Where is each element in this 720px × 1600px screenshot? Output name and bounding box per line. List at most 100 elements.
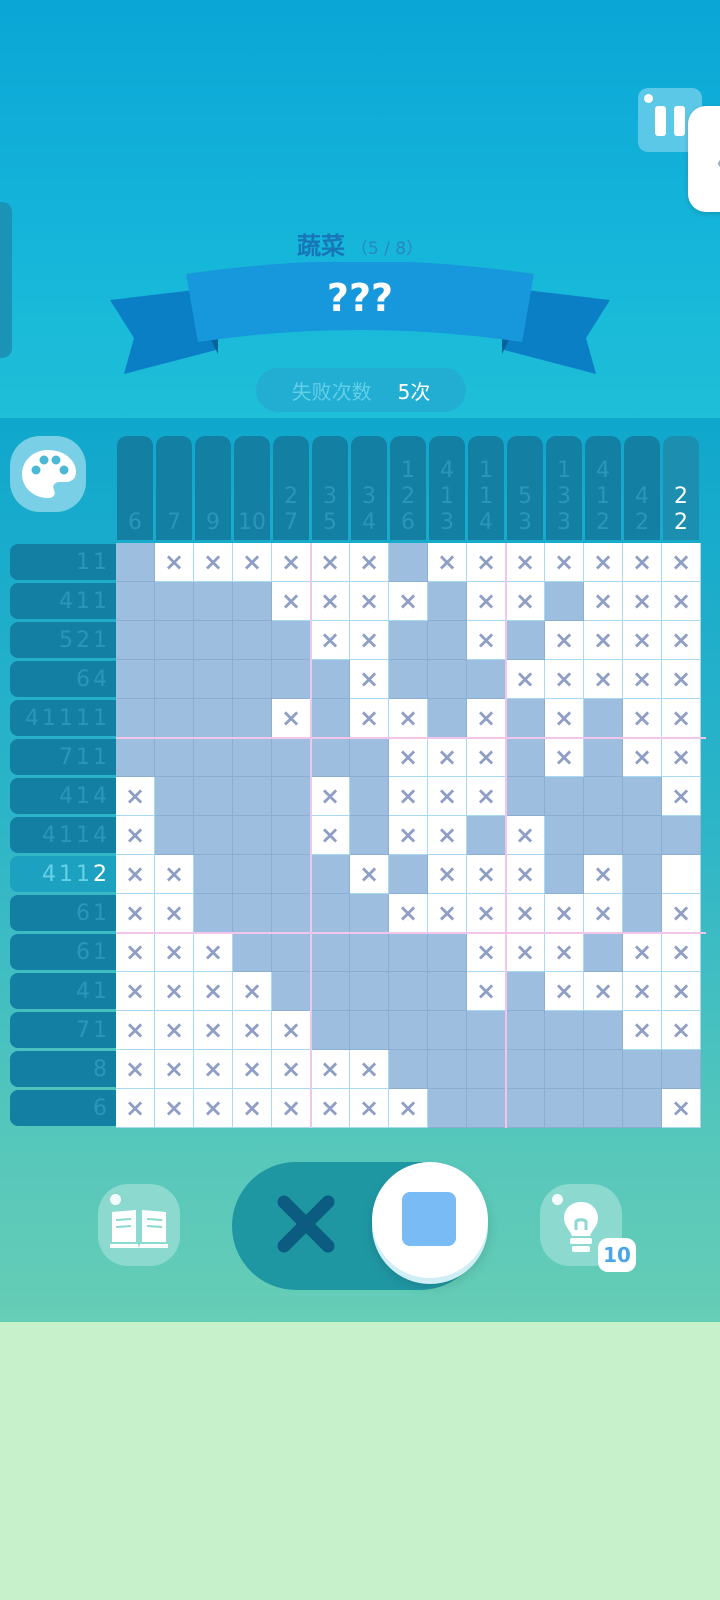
crossed-cell[interactable] [272, 699, 311, 738]
crossed-cell[interactable] [467, 855, 506, 894]
crossed-cell[interactable] [506, 894, 545, 933]
crossed-cell[interactable] [428, 894, 467, 933]
filled-cell[interactable] [662, 816, 701, 855]
crossed-cell[interactable] [623, 543, 662, 582]
crossed-cell[interactable] [272, 582, 311, 621]
crossed-cell[interactable] [467, 738, 506, 777]
filled-cell[interactable] [311, 699, 350, 738]
crossed-cell[interactable] [428, 738, 467, 777]
filled-cell[interactable] [272, 660, 311, 699]
crossed-cell[interactable] [428, 816, 467, 855]
filled-cell[interactable] [506, 1089, 545, 1128]
filled-cell[interactable] [428, 660, 467, 699]
crossed-cell[interactable] [272, 543, 311, 582]
crossed-cell[interactable] [623, 738, 662, 777]
crossed-cell[interactable] [311, 543, 350, 582]
crossed-cell[interactable] [311, 1050, 350, 1089]
crossed-cell[interactable] [623, 1011, 662, 1050]
filled-cell[interactable] [350, 777, 389, 816]
crossed-cell[interactable] [350, 855, 389, 894]
filled-cell[interactable] [311, 894, 350, 933]
crossed-cell[interactable] [311, 777, 350, 816]
filled-cell[interactable] [584, 816, 623, 855]
crossed-cell[interactable] [662, 1089, 701, 1128]
crossed-cell[interactable] [545, 933, 584, 972]
filled-cell[interactable] [194, 699, 233, 738]
crossed-cell[interactable] [155, 1089, 194, 1128]
filled-cell[interactable] [389, 972, 428, 1011]
crossed-cell[interactable] [662, 777, 701, 816]
filled-cell[interactable] [116, 621, 155, 660]
filled-cell[interactable] [545, 1050, 584, 1089]
filled-cell[interactable] [506, 621, 545, 660]
crossed-cell[interactable] [194, 543, 233, 582]
filled-cell[interactable] [428, 972, 467, 1011]
crossed-cell[interactable] [116, 1089, 155, 1128]
filled-cell[interactable] [155, 738, 194, 777]
crossed-cell[interactable] [116, 855, 155, 894]
filled-cell[interactable] [545, 855, 584, 894]
crossed-cell[interactable] [155, 933, 194, 972]
crossed-cell[interactable] [545, 894, 584, 933]
crossed-cell[interactable] [623, 972, 662, 1011]
filled-cell[interactable] [116, 582, 155, 621]
crossed-cell[interactable] [584, 855, 623, 894]
filled-cell[interactable] [623, 855, 662, 894]
crossed-cell[interactable] [662, 621, 701, 660]
filled-cell[interactable] [428, 582, 467, 621]
crossed-cell[interactable] [545, 543, 584, 582]
crossed-cell[interactable] [272, 1089, 311, 1128]
filled-cell[interactable] [272, 738, 311, 777]
filled-cell[interactable] [194, 894, 233, 933]
crossed-cell[interactable] [350, 1089, 389, 1128]
crossed-cell[interactable] [662, 543, 701, 582]
filled-cell[interactable] [623, 1050, 662, 1089]
crossed-cell[interactable] [389, 738, 428, 777]
filled-cell[interactable] [233, 933, 272, 972]
filled-cell[interactable] [233, 738, 272, 777]
filled-cell[interactable] [467, 1089, 506, 1128]
crossed-cell[interactable] [662, 972, 701, 1011]
filled-cell[interactable] [233, 855, 272, 894]
filled-cell[interactable] [194, 621, 233, 660]
filled-cell[interactable] [155, 699, 194, 738]
filled-cell[interactable] [311, 660, 350, 699]
filled-cell[interactable] [194, 738, 233, 777]
crossed-cell[interactable] [428, 777, 467, 816]
crossed-cell[interactable] [623, 621, 662, 660]
filled-cell[interactable] [584, 1050, 623, 1089]
crossed-cell[interactable] [506, 816, 545, 855]
crossed-cell[interactable] [194, 1011, 233, 1050]
crossed-cell[interactable] [116, 1011, 155, 1050]
crossed-cell[interactable] [506, 543, 545, 582]
filled-cell[interactable] [389, 933, 428, 972]
filled-cell[interactable] [233, 816, 272, 855]
filled-cell[interactable] [350, 933, 389, 972]
crossed-cell[interactable] [155, 855, 194, 894]
palette-button[interactable] [10, 436, 86, 512]
crossed-cell[interactable] [389, 582, 428, 621]
filled-cell[interactable] [584, 699, 623, 738]
filled-cell[interactable] [428, 621, 467, 660]
filled-cell[interactable] [233, 621, 272, 660]
crossed-cell[interactable] [428, 855, 467, 894]
crossed-cell[interactable] [584, 543, 623, 582]
crossed-cell[interactable] [428, 543, 467, 582]
crossed-cell[interactable] [623, 660, 662, 699]
filled-cell[interactable] [155, 777, 194, 816]
filled-cell[interactable] [194, 777, 233, 816]
filled-cell[interactable] [506, 1050, 545, 1089]
crossed-cell[interactable] [194, 1089, 233, 1128]
filled-cell[interactable] [467, 816, 506, 855]
filled-cell[interactable] [272, 816, 311, 855]
rules-button[interactable] [98, 1184, 180, 1266]
filled-cell[interactable] [623, 894, 662, 933]
crossed-cell[interactable] [350, 1050, 389, 1089]
filled-cell[interactable] [584, 1089, 623, 1128]
crossed-cell[interactable] [155, 1050, 194, 1089]
filled-cell[interactable] [389, 855, 428, 894]
crossed-cell[interactable] [272, 1050, 311, 1089]
crossed-cell[interactable] [662, 660, 701, 699]
crossed-cell[interactable] [623, 699, 662, 738]
crossed-cell[interactable] [350, 582, 389, 621]
